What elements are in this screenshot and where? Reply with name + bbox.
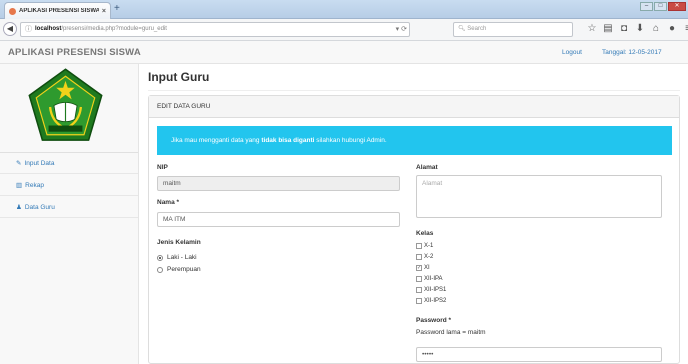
required-mark: * bbox=[176, 199, 180, 206]
alert-text-bold: tidak bisa diganti bbox=[261, 137, 315, 144]
checkbox[interactable] bbox=[416, 254, 422, 260]
alert-text-suffix: silahkan hubungi Admin. bbox=[314, 137, 387, 144]
search-placeholder: Search bbox=[467, 26, 487, 32]
sidebar: ✎ Input Data ▥ Rekap ♟ Data Guru bbox=[0, 64, 139, 364]
window-controls: – □ ✕ bbox=[639, 2, 686, 11]
bar-chart-icon: ▥ bbox=[16, 182, 23, 189]
checkbox-label: XII-IPS1 bbox=[424, 287, 447, 293]
checkbox-label: X-1 bbox=[424, 243, 434, 249]
pocket-icon[interactable]: ◘ bbox=[616, 23, 632, 35]
kelas-checkbox-xi[interactable]: ✓ XI bbox=[416, 265, 430, 271]
password-label: Password * bbox=[416, 317, 451, 324]
edit-guru-panel: EDIT DATA GURU Jika mau mengganti data y… bbox=[148, 95, 680, 364]
new-tab-button[interactable]: + bbox=[114, 3, 120, 15]
edit-icon: ✎ bbox=[16, 160, 22, 167]
sidebar-item-input-data[interactable]: ✎ Input Data bbox=[0, 153, 138, 174]
radio-button[interactable] bbox=[157, 254, 163, 261]
url-host: localhost bbox=[35, 26, 62, 32]
search-input[interactable]: 🔍︎ Search bbox=[453, 22, 573, 37]
checkbox-label: XII-IPA bbox=[424, 276, 443, 282]
tab-title: APLIKASI PRESENSI SISWA bbox=[19, 8, 99, 14]
tab-close-icon[interactable]: × bbox=[102, 8, 106, 15]
url-path: /presensi/media.php?module=guru_edit bbox=[61, 26, 167, 32]
bookmark-list-icon[interactable]: ▤ bbox=[600, 23, 616, 35]
home-icon[interactable]: ⌂ bbox=[648, 23, 664, 35]
kelas-checkbox-x2[interactable]: X-2 bbox=[416, 254, 433, 260]
nip-field[interactable]: maitm bbox=[157, 176, 400, 191]
browser-tab[interactable]: APLIKASI PRESENSI SISWA × bbox=[4, 2, 111, 19]
user-icon: ♟ bbox=[16, 204, 22, 211]
back-arrow-icon[interactable]: ◀ bbox=[3, 22, 17, 36]
checkbox-label: XI bbox=[424, 265, 430, 271]
window-close-icon[interactable]: ✕ bbox=[668, 2, 686, 11]
sidebar-item-data-guru[interactable]: ♟ Data Guru bbox=[0, 197, 138, 218]
panel-heading: EDIT DATA GURU bbox=[149, 96, 679, 118]
required-mark: * bbox=[448, 317, 452, 324]
nama-label-text: Nama bbox=[157, 199, 175, 206]
alamat-label: Alamat bbox=[416, 164, 438, 171]
browser-navbar: ◀ ⓘ localhost /presensi/media.php?module… bbox=[0, 19, 688, 41]
checkbox-label: XII-IPS2 bbox=[424, 298, 447, 304]
chat-icon[interactable]: ● bbox=[664, 23, 680, 35]
password-field[interactable]: ••••• bbox=[416, 347, 662, 362]
sidebar-item-label: Rekap bbox=[25, 182, 44, 189]
page-title: Input Guru bbox=[148, 70, 210, 84]
checkbox-label: X-2 bbox=[424, 254, 434, 260]
download-icon[interactable]: ⬇ bbox=[632, 23, 648, 35]
address-bar[interactable]: ⓘ localhost /presensi/media.php?module=g… bbox=[20, 22, 410, 37]
checkbox[interactable] bbox=[416, 287, 422, 293]
radio-laki-laki[interactable]: Laki - Laki bbox=[157, 254, 197, 261]
date-display: Tanggal: 12-05-2017 bbox=[602, 49, 662, 56]
info-alert: Jika mau mengganti data yang tidak bisa … bbox=[157, 126, 672, 155]
jenis-kelamin-label: Jenis Kelamin bbox=[157, 239, 201, 246]
checkbox-checked[interactable]: ✓ bbox=[416, 265, 422, 271]
radio-perempuan[interactable]: Perempuan bbox=[157, 266, 201, 273]
kelas-checkbox-xii-ipa[interactable]: XII-IPA bbox=[416, 276, 443, 282]
password-label-text: Password bbox=[416, 317, 447, 324]
search-icon: 🔍︎ bbox=[458, 26, 468, 32]
menu-icon[interactable]: ≡ bbox=[680, 23, 688, 35]
kelas-label: Kelas bbox=[416, 230, 434, 237]
title-divider bbox=[148, 90, 680, 91]
alert-text-prefix: Jika mau mengganti data yang bbox=[171, 137, 262, 144]
logout-link[interactable]: Logout bbox=[562, 49, 582, 56]
sidebar-item-label: Input Data bbox=[24, 160, 55, 167]
sidebar-item-rekap[interactable]: ▥ Rekap bbox=[0, 175, 138, 196]
kelas-checkbox-xii-ips2[interactable]: XII-IPS2 bbox=[416, 298, 446, 304]
checkbox[interactable] bbox=[416, 298, 422, 304]
star-icon[interactable]: ☆ bbox=[584, 23, 600, 35]
kelas-checkbox-xii-ips1[interactable]: XII-IPS1 bbox=[416, 287, 446, 293]
minimize-icon[interactable]: – bbox=[640, 2, 653, 11]
madrasah-logo bbox=[28, 68, 103, 141]
maximize-icon[interactable]: □ bbox=[654, 2, 667, 11]
nama-label: Nama * bbox=[157, 199, 179, 206]
sidebar-item-label: Data Guru bbox=[24, 204, 55, 211]
checkbox[interactable] bbox=[416, 243, 422, 249]
radio-label: Perempuan bbox=[167, 266, 201, 273]
checkbox[interactable] bbox=[416, 276, 422, 282]
site-favicon-icon bbox=[9, 7, 16, 15]
kelas-checkbox-x1[interactable]: X-1 bbox=[416, 243, 433, 249]
radio-button[interactable] bbox=[157, 266, 163, 273]
nip-label: NIP bbox=[157, 164, 168, 171]
password-note: Password lama = maitm bbox=[416, 329, 486, 336]
browser-tabstrip: APLIKASI PRESENSI SISWA × + – □ ✕ bbox=[0, 0, 688, 19]
app-brand[interactable]: APLIKASI PRESENSI SISWA bbox=[8, 47, 141, 58]
app-header: APLIKASI PRESENSI SISWA Logout Tanggal: … bbox=[0, 41, 688, 64]
alamat-textarea[interactable]: Alamat bbox=[416, 175, 662, 218]
site-info-icon[interactable]: ⓘ bbox=[25, 23, 32, 36]
nama-field[interactable]: MA ITM bbox=[157, 212, 400, 227]
reload-icon[interactable]: ▾ ⟳ bbox=[396, 23, 407, 36]
browser-toolbar-icons: ☆ ▤ ◘ ⬇ ⌂ ● ≡ bbox=[584, 23, 688, 35]
radio-label: Laki - Laki bbox=[167, 254, 197, 261]
